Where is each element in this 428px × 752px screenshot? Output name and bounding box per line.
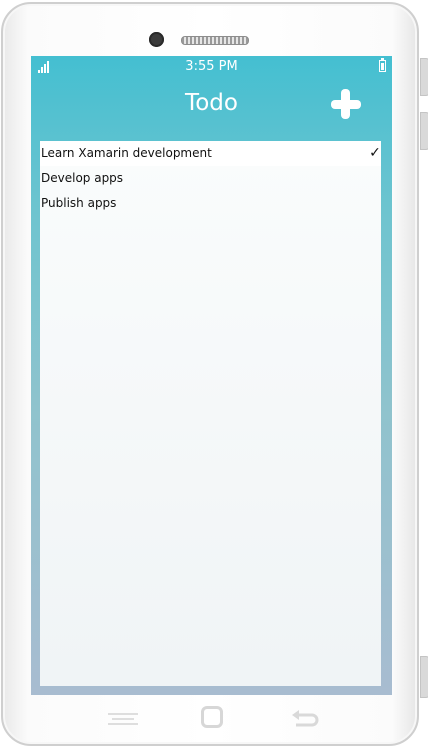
back-arrow-icon[interactable] (290, 709, 320, 727)
volume-down-button[interactable] (420, 112, 428, 150)
earpiece-speaker (181, 36, 249, 45)
status-time: 3:55 PM (185, 59, 238, 74)
plus-icon-stroke (341, 89, 350, 119)
list-item-label: Publish apps (41, 196, 117, 210)
menu-icon[interactable] (108, 712, 138, 726)
home-icon[interactable] (201, 706, 223, 728)
list-item[interactable]: Develop apps (40, 166, 381, 191)
todo-list: Learn Xamarin development ✓ Develop apps… (40, 141, 381, 686)
list-item-label: Develop apps (41, 171, 124, 185)
front-camera (149, 32, 164, 47)
list-item[interactable]: Learn Xamarin development ✓ (40, 141, 381, 166)
volume-up-button[interactable] (420, 58, 428, 96)
add-todo-button[interactable] (329, 87, 365, 123)
list-item-label: Learn Xamarin development (41, 146, 212, 160)
battery-icon (379, 58, 386, 72)
status-bar: 3:55 PM (31, 56, 392, 78)
navigation-bar: Todo (31, 78, 392, 134)
list-item[interactable]: Publish apps (40, 191, 381, 216)
app-screen: 3:55 PM Todo Learn Xamarin development ✓… (31, 56, 392, 695)
check-icon: ✓ (369, 145, 381, 161)
power-button[interactable] (420, 656, 428, 698)
